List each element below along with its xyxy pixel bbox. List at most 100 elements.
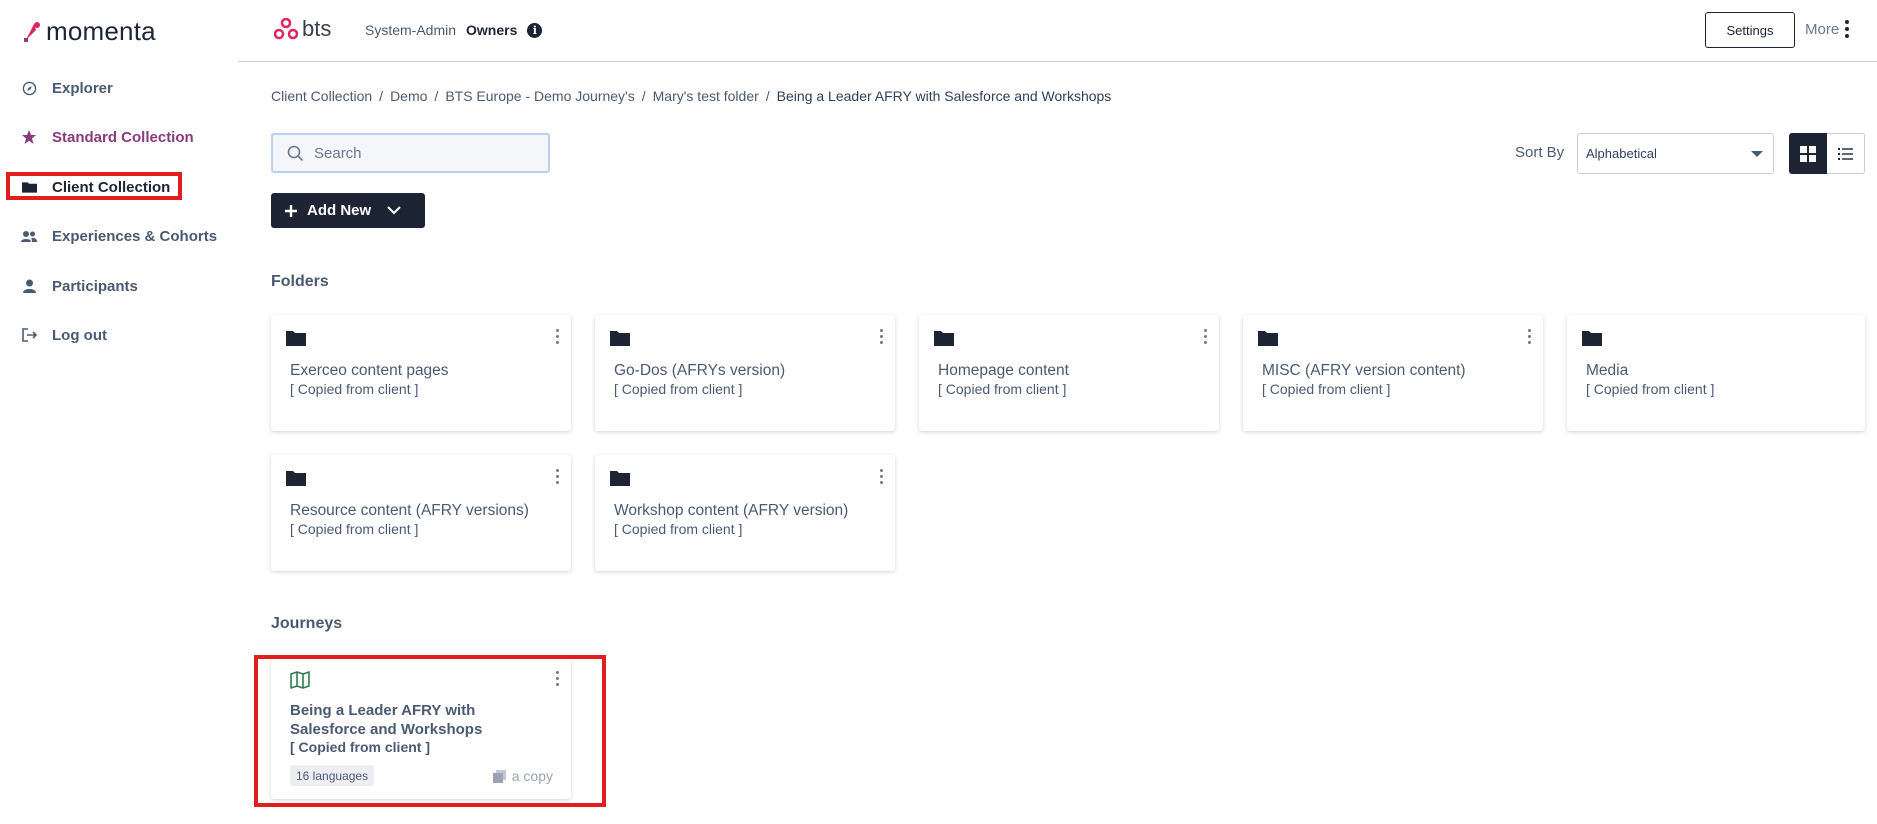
momenta-logo[interactable]: momenta: [22, 16, 156, 47]
card-menu-icon[interactable]: [556, 469, 559, 484]
list-icon: [1838, 147, 1853, 160]
folder-card[interactable]: Resource content (AFRY versions) [ Copie…: [271, 455, 571, 571]
sidebar-item-explorer[interactable]: Explorer: [0, 71, 238, 105]
sidebar-item-participants[interactable]: Participants: [0, 269, 238, 303]
card-menu-icon[interactable]: [1528, 329, 1531, 344]
folder-note: [ Copied from client ]: [290, 521, 419, 537]
role-label: System-Admin: [365, 22, 457, 38]
sidebar-item-label: Experiences & Cohorts: [52, 227, 218, 245]
momenta-logo-text: momenta: [46, 16, 156, 46]
folder-name: Workshop content (AFRY version): [614, 502, 849, 519]
role-indicator: System-Admin Owners i: [365, 22, 543, 38]
folder-card[interactable]: Workshop content (AFRY version) [ Copied…: [595, 455, 895, 571]
sidebar-item-experiences-cohorts[interactable]: Experiences & Cohorts: [0, 219, 238, 253]
folder-note: [ Copied from client ]: [938, 381, 1067, 397]
momenta-logo-icon: [24, 21, 40, 42]
top-bar: bts System-Admin Owners i Settings More: [238, 0, 1877, 62]
folder-note: [ Copied from client ]: [1262, 381, 1391, 397]
kebab-icon: [1845, 20, 1850, 38]
more-button[interactable]: More: [1805, 20, 1850, 38]
folder-card[interactable]: Go-Dos (AFRYs version) [ Copied from cli…: [595, 315, 895, 431]
chevron-down-icon: [387, 206, 401, 215]
card-menu-icon[interactable]: [880, 329, 883, 344]
breadcrumb-item[interactable]: BTS Europe - Demo Journey's: [445, 88, 634, 104]
compass-icon: [20, 79, 38, 97]
card-menu-icon[interactable]: [1204, 329, 1207, 344]
breadcrumb-separator: /: [641, 88, 646, 104]
grid-icon: [1800, 145, 1816, 162]
copy-label: a copy: [511, 768, 553, 784]
card-menu-icon[interactable]: [556, 671, 559, 686]
breadcrumb-current: Being a Leader AFRY with Salesforce and …: [776, 88, 1112, 104]
folder-icon: [1258, 331, 1278, 346]
caret-down-icon: [1751, 150, 1763, 157]
folder-note: [ Copied from client ]: [614, 381, 743, 397]
folder-name: MISC (AFRY version content): [1262, 362, 1466, 379]
languages-badge: 16 languages: [290, 765, 375, 786]
journeys-section-title: Journeys: [271, 615, 343, 632]
search-input[interactable]: [314, 144, 534, 162]
folder-name: Exerceo content pages: [290, 362, 449, 379]
folder-card[interactable]: MISC (AFRY version content) [ Copied fro…: [1243, 315, 1543, 431]
group-label: Owners: [466, 22, 518, 38]
settings-button[interactable]: Settings: [1705, 12, 1795, 48]
search-icon: [287, 145, 304, 161]
sidebar-item-label: Standard Collection: [52, 128, 194, 146]
breadcrumb: Client Collection / Demo / BTS Europe - …: [271, 88, 1111, 104]
breadcrumb-item[interactable]: Mary's test folder: [653, 88, 759, 104]
copy-icon: [492, 769, 506, 783]
info-icon[interactable]: i: [527, 22, 543, 38]
breadcrumb-item[interactable]: Demo: [390, 88, 427, 104]
sort-select[interactable]: Alphabetical: [1577, 133, 1774, 174]
folder-icon: [610, 331, 630, 346]
grid-view-button[interactable]: [1789, 133, 1827, 174]
breadcrumb-separator: /: [379, 88, 384, 104]
sidebar-item-standard-collection[interactable]: Standard Collection: [0, 120, 238, 154]
breadcrumb-separator: /: [765, 88, 770, 104]
folder-icon: [934, 331, 954, 346]
sidebar-item-label: Participants: [52, 277, 138, 295]
journey-name: Being a Leader AFRY with Salesforce and …: [290, 702, 483, 738]
card-menu-icon[interactable]: [880, 469, 883, 484]
folder-card[interactable]: Exerceo content pages [ Copied from clie…: [271, 315, 571, 431]
card-menu-icon[interactable]: [556, 329, 559, 344]
map-icon: [290, 671, 310, 689]
sort-selected-value: Alphabetical: [1586, 146, 1657, 161]
add-new-label: Add New: [307, 202, 372, 219]
sidebar-item-log-out[interactable]: Log out: [0, 318, 238, 352]
sidebar-item-client-collection[interactable]: Client Collection: [0, 170, 238, 204]
bts-logo-icon: [274, 18, 298, 40]
logout-icon: [20, 326, 38, 344]
plus-icon: [285, 204, 297, 217]
folder-icon: [286, 471, 306, 486]
folder-note: [ Copied from client ]: [1586, 381, 1715, 397]
more-label: More: [1805, 20, 1840, 38]
list-view-button[interactable]: [1827, 133, 1865, 174]
folder-icon: [1582, 331, 1602, 346]
folder-icon: [610, 471, 630, 486]
folder-name: Resource content (AFRY versions): [290, 502, 529, 519]
journey-card[interactable]: Being a Leader AFRY with Salesforce and …: [271, 659, 571, 799]
folder-icon: [286, 331, 306, 346]
folder-card[interactable]: Homepage content [ Copied from client ]: [919, 315, 1219, 431]
bts-logo: bts: [274, 16, 331, 42]
folders-section-title: Folders: [271, 273, 329, 290]
folder-name: Homepage content: [938, 362, 1069, 379]
search-box: [271, 133, 550, 173]
breadcrumb-item[interactable]: Client Collection: [271, 88, 372, 104]
folder-name: Go-Dos (AFRYs version): [614, 362, 786, 379]
folder-note: [ Copied from client ]: [290, 381, 419, 397]
add-new-button[interactable]: Add New: [271, 193, 425, 228]
folder-icon: [20, 178, 38, 196]
users-icon: [20, 227, 38, 245]
folder-note: [ Copied from client ]: [614, 521, 743, 537]
sort-by-label: Sort By: [1515, 144, 1565, 161]
folder-name: Media: [1586, 362, 1629, 379]
sidebar: momenta Explorer Standard Collection Cli…: [0, 0, 238, 824]
user-icon: [20, 277, 38, 295]
sidebar-item-label: Client Collection: [52, 178, 171, 196]
sidebar-item-label: Explorer: [52, 79, 113, 97]
sidebar-item-label: Log out: [52, 326, 107, 344]
copy-indicator: a copy: [492, 768, 553, 784]
folder-card[interactable]: Media [ Copied from client ]: [1567, 315, 1865, 431]
